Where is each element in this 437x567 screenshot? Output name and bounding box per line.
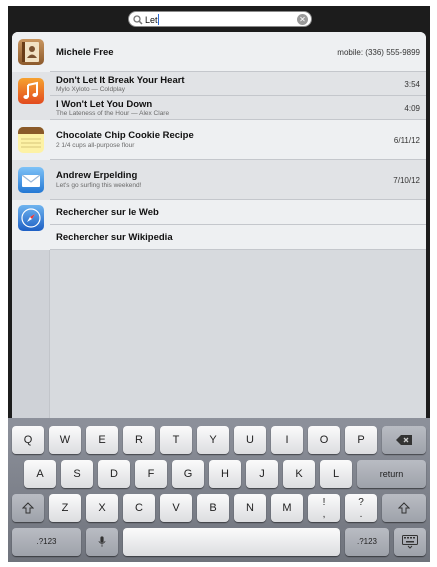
key-w[interactable]: W [49, 426, 81, 454]
note-subtitle: 2 1/4 cups all-purpose flour [56, 142, 135, 149]
key-question-period[interactable]: ? . [345, 494, 377, 522]
key-u[interactable]: U [234, 426, 266, 454]
key-r[interactable]: R [123, 426, 155, 454]
key-n[interactable]: N [234, 494, 266, 522]
result-row-mail[interactable]: Andrew Erpelding Let's go surfing this w… [50, 160, 426, 200]
key-t[interactable]: T [160, 426, 192, 454]
key-x[interactable]: X [86, 494, 118, 522]
key-b[interactable]: B [197, 494, 229, 522]
dictation-key[interactable] [86, 528, 118, 556]
song-duration: 3:54 [404, 80, 420, 89]
key-q[interactable]: Q [12, 426, 44, 454]
result-row-song[interactable]: Don't Let It Break Your Heart Mylo Xylot… [50, 72, 426, 96]
key-j[interactable]: J [246, 460, 278, 488]
icon-cell [12, 200, 50, 250]
mail-icon [18, 167, 44, 193]
song-title: I Won't Let You Down [56, 99, 153, 110]
song-subtitle: The Lateness of the Hour — Alex Clare [56, 110, 170, 117]
result-group-mail: Andrew Erpelding Let's go surfing this w… [12, 160, 426, 200]
text-caret [158, 14, 159, 25]
key-m[interactable]: M [271, 494, 303, 522]
clear-icon[interactable]: ✕ [297, 14, 308, 25]
mail-date: 7/10/12 [393, 176, 420, 185]
key-comma-label: , [322, 509, 326, 520]
icon-cell [12, 120, 50, 160]
wikipedia-search-label: Rechercher sur Wikipedia [56, 232, 173, 243]
song-duration: 4:09 [404, 104, 420, 113]
numbers-key-left[interactable]: .?123 [12, 528, 81, 556]
key-i[interactable]: I [271, 426, 303, 454]
result-row-song[interactable]: I Won't Let You Down The Lateness of the… [50, 96, 426, 120]
key-y[interactable]: Y [197, 426, 229, 454]
key-v[interactable]: V [160, 494, 192, 522]
key-c[interactable]: C [123, 494, 155, 522]
result-row-contact[interactable]: Michele Free mobile: (336) 555-9899 [50, 32, 426, 72]
result-group-music: Don't Let It Break Your Heart Mylo Xylot… [12, 72, 426, 120]
note-date: 6/11/12 [393, 136, 420, 145]
mail-subject: Let's go surfing this weekend! [56, 182, 142, 189]
key-e[interactable]: E [86, 426, 118, 454]
result-group-web: Rechercher sur le Web Rechercher sur Wik… [12, 200, 426, 250]
key-l[interactable]: L [320, 460, 352, 488]
numbers-key-right[interactable]: .?123 [345, 528, 389, 556]
mail-sender: Andrew Erpelding [56, 170, 138, 181]
backspace-key[interactable] [382, 426, 426, 454]
key-s[interactable]: S [61, 460, 93, 488]
safari-icon [18, 205, 44, 231]
shift-key-left[interactable] [12, 494, 44, 522]
keyboard: Q W E R T Y U I O P A S D F G H J K L re… [8, 418, 430, 562]
note-title: Chocolate Chip Cookie Recipe [56, 130, 194, 141]
keyboard-hide-icon [402, 535, 418, 549]
result-group-contacts: Michele Free mobile: (336) 555-9899 [12, 32, 426, 72]
web-search-row[interactable]: Rechercher sur le Web [50, 200, 426, 225]
key-g[interactable]: G [172, 460, 204, 488]
shift-icon [397, 502, 411, 514]
return-key[interactable]: return [357, 460, 426, 488]
key-h[interactable]: H [209, 460, 241, 488]
contacts-icon [18, 39, 44, 65]
key-d[interactable]: D [98, 460, 130, 488]
key-exclaim-label: ! [322, 497, 326, 508]
key-k[interactable]: K [283, 460, 315, 488]
microphone-icon [98, 536, 106, 547]
key-z[interactable]: Z [49, 494, 81, 522]
key-p[interactable]: P [345, 426, 377, 454]
hide-keyboard-key[interactable] [394, 528, 426, 556]
ipad-screen: ✕ Michele Free mobile: (336) 555-9899 [8, 6, 430, 562]
icon-cell [12, 72, 50, 120]
song-subtitle: Mylo Xyloto — Coldplay [56, 86, 125, 93]
contact-phone: mobile: (336) 555-9899 [337, 48, 420, 57]
music-icon [18, 78, 44, 104]
song-title: Don't Let It Break Your Heart [56, 75, 185, 86]
icon-cell [12, 32, 50, 72]
search-input[interactable] [145, 13, 285, 26]
backspace-icon [396, 435, 412, 446]
wikipedia-search-row[interactable]: Rechercher sur Wikipedia [50, 225, 426, 250]
key-f[interactable]: F [135, 460, 167, 488]
search-icon [133, 15, 143, 25]
spotlight-results: Michele Free mobile: (336) 555-9899 Don'… [12, 32, 426, 422]
shift-key-right[interactable] [382, 494, 426, 522]
key-exclaim-comma[interactable]: ! , [308, 494, 340, 522]
search-bar[interactable]: ✕ [128, 11, 312, 27]
key-period-label: . [359, 509, 363, 520]
key-o[interactable]: O [308, 426, 340, 454]
result-row-note[interactable]: Chocolate Chip Cookie Recipe 2 1/4 cups … [50, 120, 426, 160]
key-a[interactable]: A [24, 460, 56, 488]
key-question-label: ? [358, 497, 364, 508]
result-group-notes: Chocolate Chip Cookie Recipe 2 1/4 cups … [12, 120, 426, 160]
contact-name: Michele Free [56, 47, 114, 58]
web-search-label: Rechercher sur le Web [56, 207, 159, 218]
notes-icon [18, 127, 44, 153]
space-bar[interactable] [123, 528, 340, 556]
shift-icon [21, 502, 35, 514]
icon-cell [12, 160, 50, 200]
